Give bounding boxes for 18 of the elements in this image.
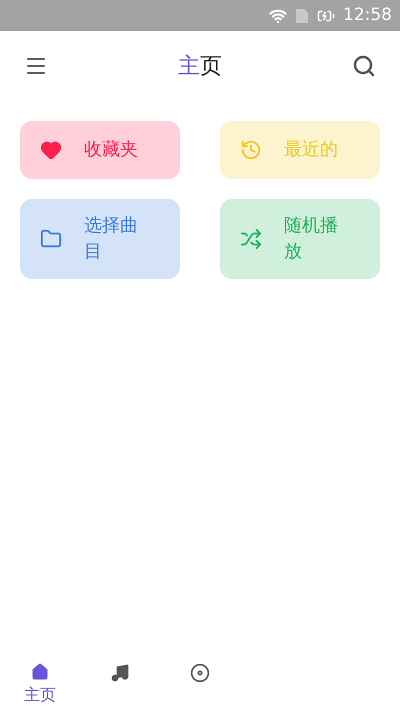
shortcut-card[interactable]: 选择曲目 — [20, 199, 180, 279]
shortcut-card[interactable]: 收藏夹 — [20, 121, 180, 179]
heart-icon — [40, 139, 62, 161]
home-icon — [31, 663, 49, 681]
shortcut-card[interactable]: 随机播放 — [220, 199, 380, 279]
nav-tab[interactable]: 主页 — [0, 651, 80, 707]
shuffle-icon — [240, 228, 262, 250]
title-accent: 主 — [178, 52, 200, 80]
status-time: 12:58 — [343, 4, 392, 27]
page-title: 页 — [200, 52, 222, 80]
search-button[interactable] — [352, 54, 376, 78]
music-icon — [110, 663, 130, 683]
shortcut-card[interactable]: 最近的 — [220, 121, 380, 179]
history-icon — [240, 139, 262, 161]
wifi-icon — [269, 6, 287, 24]
folder-icon — [40, 228, 62, 250]
disc-icon — [190, 663, 210, 683]
no-sim-icon — [295, 8, 309, 24]
